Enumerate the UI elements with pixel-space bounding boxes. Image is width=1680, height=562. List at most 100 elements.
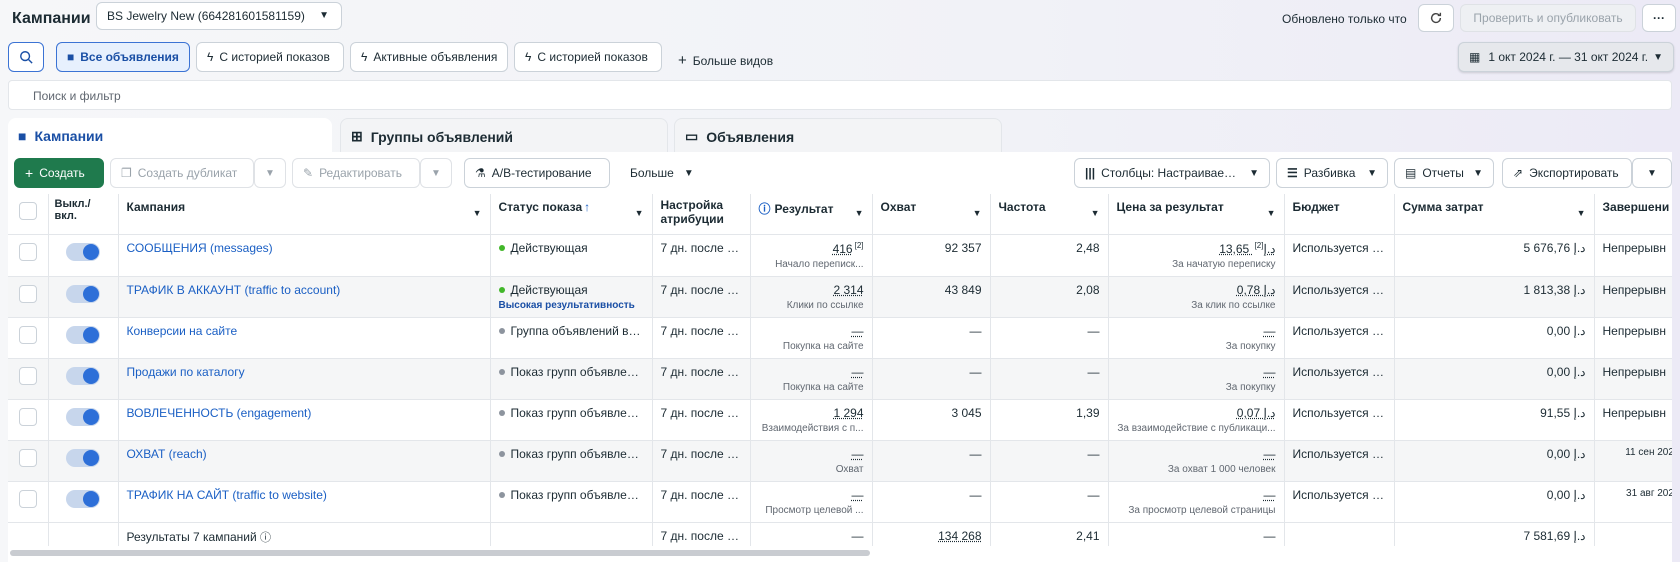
campaign-toggle[interactable] bbox=[66, 366, 100, 385]
result-value[interactable]: 1 294 bbox=[833, 406, 863, 420]
end-cell: Непрерывн bbox=[1594, 399, 1672, 441]
result-value[interactable]: — bbox=[852, 447, 864, 461]
cpr-value[interactable]: 0,07 د.إ bbox=[1237, 406, 1276, 420]
tab-campaigns[interactable]: ■ Кампании bbox=[8, 118, 332, 154]
row-select-cell bbox=[8, 358, 49, 400]
campaign-name-link[interactable]: ТРАФИК В АККАУНТ (traffic to account) bbox=[127, 283, 341, 297]
row-select-cell bbox=[8, 276, 49, 318]
campaign-toggle[interactable] bbox=[66, 242, 100, 261]
spend-cell: 1 813,38 د.إ bbox=[1394, 276, 1595, 318]
search-button[interactable] bbox=[8, 42, 44, 72]
row-checkbox[interactable] bbox=[18, 448, 37, 467]
status-cell: Действующая Высокая результативность bbox=[490, 276, 653, 318]
attribution-cell: 7 дн. после к... bbox=[652, 358, 751, 400]
table-row[interactable]: СООБЩЕНИЯ (messages) Действующая 7 дн. п… bbox=[8, 234, 1672, 277]
column-reach[interactable]: Охват ▼ bbox=[872, 194, 991, 235]
result-value[interactable]: — bbox=[852, 365, 864, 379]
breakdown-button[interactable]: ☰ Разбивка ▼ bbox=[1276, 158, 1388, 188]
column-label: Результат bbox=[774, 202, 834, 216]
refresh-button[interactable] bbox=[1418, 4, 1454, 32]
spend-cell: 0,00 د.إ bbox=[1394, 440, 1595, 482]
column-label: Охват bbox=[880, 200, 917, 214]
edit-button[interactable]: ✎ Редактировать bbox=[292, 158, 420, 188]
more-options-button[interactable]: ··· bbox=[1642, 4, 1676, 32]
export-button[interactable]: ⇗ Экспортировать bbox=[1502, 158, 1632, 188]
campaign-name-link[interactable]: СООБЩЕНИЯ (messages) bbox=[127, 241, 273, 255]
edit-dropdown[interactable]: ▼ bbox=[420, 158, 452, 188]
result-value[interactable]: 2 314 bbox=[833, 283, 863, 297]
table-row[interactable]: Продажи по каталогу Показ групп объявлен… bbox=[8, 358, 1672, 400]
campaign-name-link[interactable]: ТРАФИК НА САЙТ (traffic to website) bbox=[127, 488, 327, 502]
table-row[interactable]: ОХВАТ (reach) Показ групп объявлений 7 д… bbox=[8, 440, 1672, 482]
tab-ads[interactable]: ▭ Объявления bbox=[674, 118, 1002, 154]
cpr-value[interactable]: 0,78 د.إ bbox=[1237, 283, 1276, 297]
column-onoff[interactable]: Выкл./вкл. bbox=[48, 194, 119, 235]
campaign-name-link[interactable]: Продажи по каталогу bbox=[127, 365, 245, 379]
horizontal-scrollbar[interactable] bbox=[10, 550, 870, 556]
campaign-toggle[interactable] bbox=[66, 407, 100, 426]
export-dropdown[interactable]: ▼ bbox=[1632, 158, 1672, 188]
column-cost-per-result[interactable]: Цена за результат ▼ bbox=[1108, 194, 1285, 235]
table-row[interactable]: ТРАФИК В АККАУНТ (traffic to account) Де… bbox=[8, 276, 1672, 318]
cpr-value[interactable]: — bbox=[1264, 447, 1276, 461]
totals-reach[interactable]: 134 268 bbox=[938, 529, 981, 543]
view-delivery-history-1[interactable]: ϟ С историей показов bbox=[196, 42, 344, 72]
table-row[interactable]: ВОВЛЕЧЕННОСТЬ (engagement) Показ групп о… bbox=[8, 399, 1672, 441]
date-range-picker[interactable]: ▦ 1 окт 2024 г. — 31 окт 2024 г. ▼ bbox=[1458, 42, 1674, 72]
columns-button[interactable]: ||| Столбцы: Настраивае… ▼ bbox=[1074, 158, 1270, 188]
reach-cell: — bbox=[872, 481, 991, 523]
more-views-button[interactable]: + Больше видов bbox=[678, 52, 773, 69]
column-budget[interactable]: Бюджет bbox=[1284, 194, 1395, 235]
column-campaign[interactable]: Кампания ▼ bbox=[118, 194, 491, 235]
column-spend[interactable]: Сумма затрат ▼ bbox=[1394, 194, 1595, 235]
duplicate-button[interactable]: ❐ Создать дубликат bbox=[110, 158, 254, 188]
row-checkbox[interactable] bbox=[18, 242, 37, 261]
tab-adsets[interactable]: ⊞ Группы объявлений bbox=[340, 118, 668, 154]
more-button[interactable]: Больше ▼ bbox=[620, 158, 700, 188]
result-value[interactable]: 416 bbox=[833, 242, 853, 256]
column-attribution[interactable]: Настройка атрибуции bbox=[652, 194, 751, 235]
cpr-value[interactable]: 13,65 د.إ bbox=[1219, 242, 1275, 256]
row-checkbox[interactable] bbox=[18, 325, 37, 344]
campaign-name-link[interactable]: Конверсии на сайте bbox=[127, 324, 238, 338]
cpr-value[interactable]: — bbox=[1264, 324, 1276, 338]
table-row[interactable]: ТРАФИК НА САЙТ (traffic to website) Пока… bbox=[8, 481, 1672, 523]
campaign-toggle[interactable] bbox=[66, 489, 100, 508]
refresh-icon bbox=[1430, 12, 1442, 24]
review-publish-button[interactable]: Проверить и опубликовать bbox=[1460, 4, 1636, 32]
campaign-name-link[interactable]: ОХВАТ (reach) bbox=[127, 447, 207, 461]
chevron-down-icon: ▼ bbox=[683, 167, 694, 179]
duplicate-dropdown[interactable]: ▼ bbox=[254, 158, 286, 188]
campaign-name-link[interactable]: ВОВЛЕЧЕННОСТЬ (engagement) bbox=[127, 406, 312, 420]
cpr-value[interactable]: — bbox=[1264, 488, 1276, 502]
result-value[interactable]: — bbox=[852, 324, 864, 338]
campaign-toggle[interactable] bbox=[66, 325, 100, 344]
view-delivery-history-2[interactable]: ϟ С историей показов bbox=[514, 42, 662, 72]
calendar-icon: ▦ bbox=[1469, 50, 1481, 64]
account-selector[interactable]: BS Jewelry New (664281601581159) ▼ bbox=[96, 2, 342, 30]
column-status[interactable]: Статус показа ↑ ▼ bbox=[490, 194, 653, 235]
column-end[interactable]: Завершени bbox=[1594, 194, 1672, 235]
column-result[interactable]: ⓘ Результат ▼ bbox=[750, 194, 873, 235]
chevron-down-icon: ▼ bbox=[634, 208, 644, 218]
campaign-toggle[interactable] bbox=[66, 448, 100, 467]
reports-button[interactable]: ▤ Отчеты ▼ bbox=[1394, 158, 1494, 188]
row-checkbox[interactable] bbox=[18, 366, 37, 385]
select-all-checkbox[interactable] bbox=[18, 202, 37, 220]
row-checkbox[interactable] bbox=[18, 489, 37, 508]
view-active-ads[interactable]: ϟ Активные объявления bbox=[350, 42, 508, 72]
column-frequency[interactable]: Частота ▼ bbox=[990, 194, 1109, 235]
totals-label-cell: Результаты 7 кампаний ⓘУдаленные объекты… bbox=[118, 522, 491, 546]
row-checkbox[interactable] bbox=[18, 284, 37, 303]
table-row[interactable]: Конверсии на сайте Группа объявлений вык… bbox=[8, 317, 1672, 359]
create-button[interactable]: + Создать bbox=[14, 158, 104, 188]
frequency-cell: — bbox=[990, 358, 1109, 400]
plus-icon: + bbox=[25, 165, 34, 181]
view-all-ads[interactable]: ■ Все объявления bbox=[56, 42, 190, 72]
cpr-value[interactable]: — bbox=[1264, 365, 1276, 379]
campaign-toggle[interactable] bbox=[66, 284, 100, 303]
result-value[interactable]: — bbox=[852, 488, 864, 502]
ab-test-button[interactable]: ⚗ A/B-тестирование bbox=[464, 158, 610, 188]
row-checkbox[interactable] bbox=[18, 407, 37, 426]
search-filter-input[interactable]: Поиск и фильтр bbox=[8, 80, 1672, 110]
